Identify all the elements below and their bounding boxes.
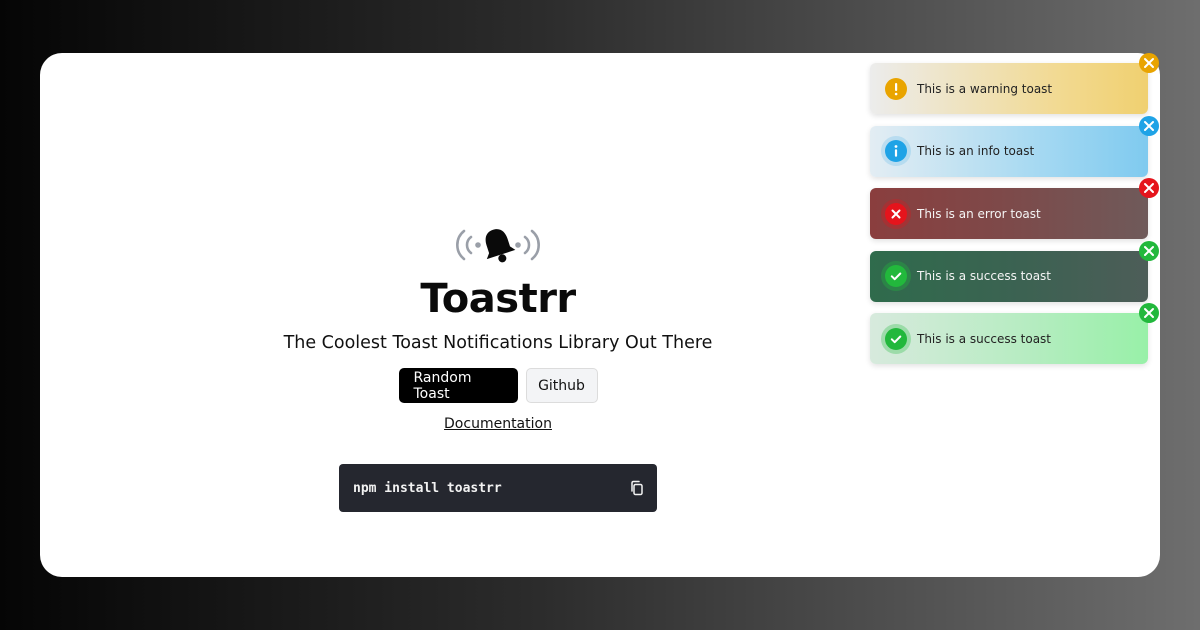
close-icon[interactable] [1139, 240, 1159, 261]
action-buttons: Random Toast Github [398, 368, 598, 403]
toast-message: This is a success toast [917, 331, 1052, 346]
toast-message: This is a success toast [917, 269, 1052, 283]
hero-section: Toastrr The Coolest Toast Notifications … [40, 223, 956, 512]
toast-message: This is a warning toast [917, 81, 1053, 96]
ringing-bell-icon [438, 223, 558, 267]
toast-warning[interactable]: This is a warning toast [870, 53, 1159, 114]
toast-message: This is an error toast [917, 206, 1041, 221]
close-icon[interactable] [1139, 115, 1159, 136]
checkmark-icon [885, 265, 907, 287]
copy-icon[interactable] [624, 475, 650, 501]
toast-container: This is a warning toast This is an info … [870, 53, 1160, 376]
page-subtitle: The Coolest Toast Notifications Library … [283, 333, 713, 353]
error-icon [885, 202, 907, 225]
toast-message: This is an info toast [917, 144, 1035, 158]
github-button[interactable]: Github [525, 368, 598, 403]
toast-error[interactable]: This is an error toast [870, 178, 1159, 239]
close-icon[interactable] [1139, 53, 1159, 73]
page-title: Toastrr [420, 276, 576, 322]
warning-icon [885, 77, 907, 100]
close-icon[interactable] [1139, 303, 1159, 323]
info-icon [885, 140, 907, 162]
toast-success[interactable]: This is a success toast [870, 303, 1159, 364]
checkmark-icon [885, 327, 907, 350]
documentation-link[interactable]: Documentation [444, 416, 552, 432]
toast-success[interactable]: This is a success toast [870, 240, 1159, 302]
random-toast-button[interactable]: Random Toast [398, 368, 518, 403]
install-command: npm install toastrr [353, 480, 502, 496]
close-icon[interactable] [1139, 178, 1159, 198]
install-command-box: npm install toastrr [339, 464, 657, 512]
toast-info[interactable]: This is an info toast [870, 115, 1159, 177]
